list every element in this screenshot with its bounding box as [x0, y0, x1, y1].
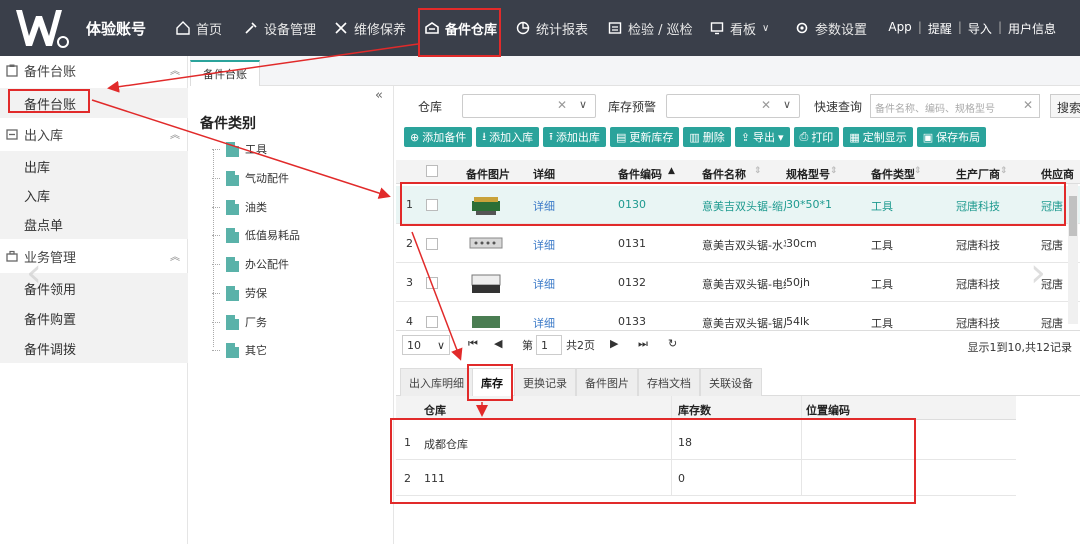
- annotation-arrows: [91, 43, 488, 417]
- arrow-sidebar-to-row: [91, 99, 391, 199]
- arrow-row-to-tab: [411, 231, 463, 361]
- arrow-nav-to-sidebar: [107, 43, 419, 93]
- app-window: 体验账号 首页 设备管理 维修保养 备件仓库 统计报表 检验 / 巡检 看板 ∨…: [0, 0, 1080, 544]
